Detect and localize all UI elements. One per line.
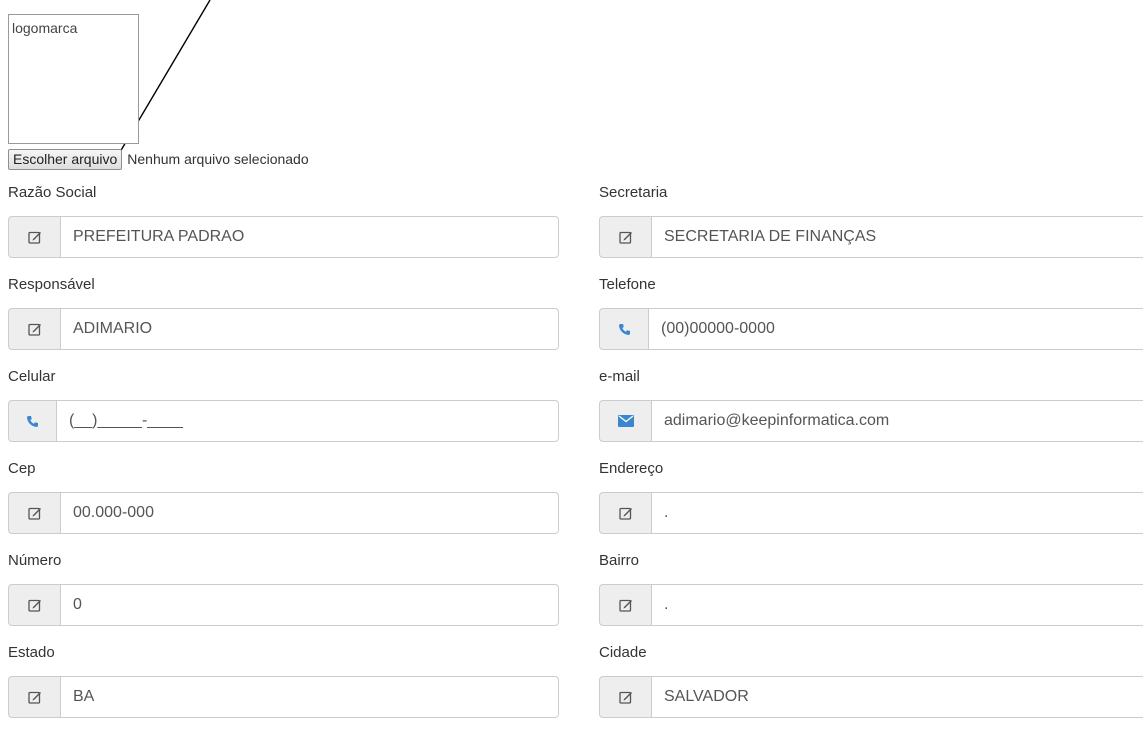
numero-input-group: [8, 584, 559, 626]
phone-icon: [599, 308, 648, 350]
secretaria-input[interactable]: [651, 216, 1143, 258]
edit-icon: [8, 492, 60, 534]
cidade-label: Cidade: [599, 644, 647, 661]
responsavel-input[interactable]: [60, 308, 559, 350]
responsavel-input-group: [8, 308, 559, 350]
razao-social-label: Razão Social: [8, 184, 97, 201]
field-bairro: Bairro: [599, 552, 1143, 626]
email-input-group: [599, 400, 1143, 442]
estado-input[interactable]: [60, 676, 559, 718]
celular-input[interactable]: [56, 400, 559, 442]
telefone-input-group: [599, 308, 1143, 350]
cep-label: Cep: [8, 460, 36, 477]
edit-icon: [8, 216, 60, 258]
endereco-input-group: [599, 492, 1143, 534]
logo-upload-preview: logomarca: [8, 14, 139, 144]
edit-icon: [8, 584, 60, 626]
edit-icon: [8, 676, 60, 718]
field-estado: Estado: [8, 644, 559, 718]
bairro-label: Bairro: [599, 552, 640, 569]
cidade-input[interactable]: [651, 676, 1143, 718]
endereco-input[interactable]: [651, 492, 1143, 534]
celular-label: Celular: [8, 368, 56, 385]
field-cep: Cep: [8, 460, 559, 534]
edit-icon: [599, 676, 651, 718]
razao-social-input-group: [8, 216, 559, 258]
logo-placeholder-label: logomarca: [12, 20, 78, 36]
field-email: e-mail: [599, 368, 1143, 442]
telefone-label: Telefone: [599, 276, 656, 293]
celular-input-group: [8, 400, 559, 442]
field-secretaria: Secretaria: [599, 184, 1143, 258]
email-input[interactable]: [651, 400, 1143, 442]
telefone-input[interactable]: [648, 308, 1143, 350]
field-razao-social: Razão Social: [8, 184, 559, 258]
endereco-label: Endereço: [599, 460, 664, 477]
cep-input[interactable]: [60, 492, 559, 534]
field-cidade: Cidade: [599, 644, 1143, 718]
numero-label: Número: [8, 552, 62, 569]
field-numero: Número: [8, 552, 559, 626]
cidade-input-group: [599, 676, 1143, 718]
responsavel-label: Responsável: [8, 276, 95, 293]
file-status-text: Nenhum arquivo selecionado: [127, 151, 309, 167]
numero-input[interactable]: [60, 584, 559, 626]
field-telefone: Telefone: [599, 276, 1143, 350]
field-celular: Celular: [8, 368, 559, 442]
razao-social-input[interactable]: [60, 216, 559, 258]
estado-label: Estado: [8, 644, 55, 661]
edit-icon: [599, 216, 651, 258]
envelope-icon: [599, 400, 651, 442]
field-responsavel: Responsável: [8, 276, 559, 350]
edit-icon: [599, 584, 651, 626]
edit-icon: [599, 492, 651, 534]
cep-input-group: [8, 492, 559, 534]
choose-file-button[interactable]: Escolher arquivo: [8, 148, 123, 170]
bairro-input-group: [599, 584, 1143, 626]
phone-icon: [8, 400, 56, 442]
email-label: e-mail: [599, 368, 640, 385]
secretaria-input-group: [599, 216, 1143, 258]
secretaria-label: Secretaria: [599, 184, 668, 201]
bairro-input[interactable]: [651, 584, 1143, 626]
edit-icon: [8, 308, 60, 350]
file-upload-row: Escolher arquivo Nenhum arquivo selecion…: [8, 148, 309, 170]
estado-input-group: [8, 676, 559, 718]
field-endereco: Endereço: [599, 460, 1143, 534]
